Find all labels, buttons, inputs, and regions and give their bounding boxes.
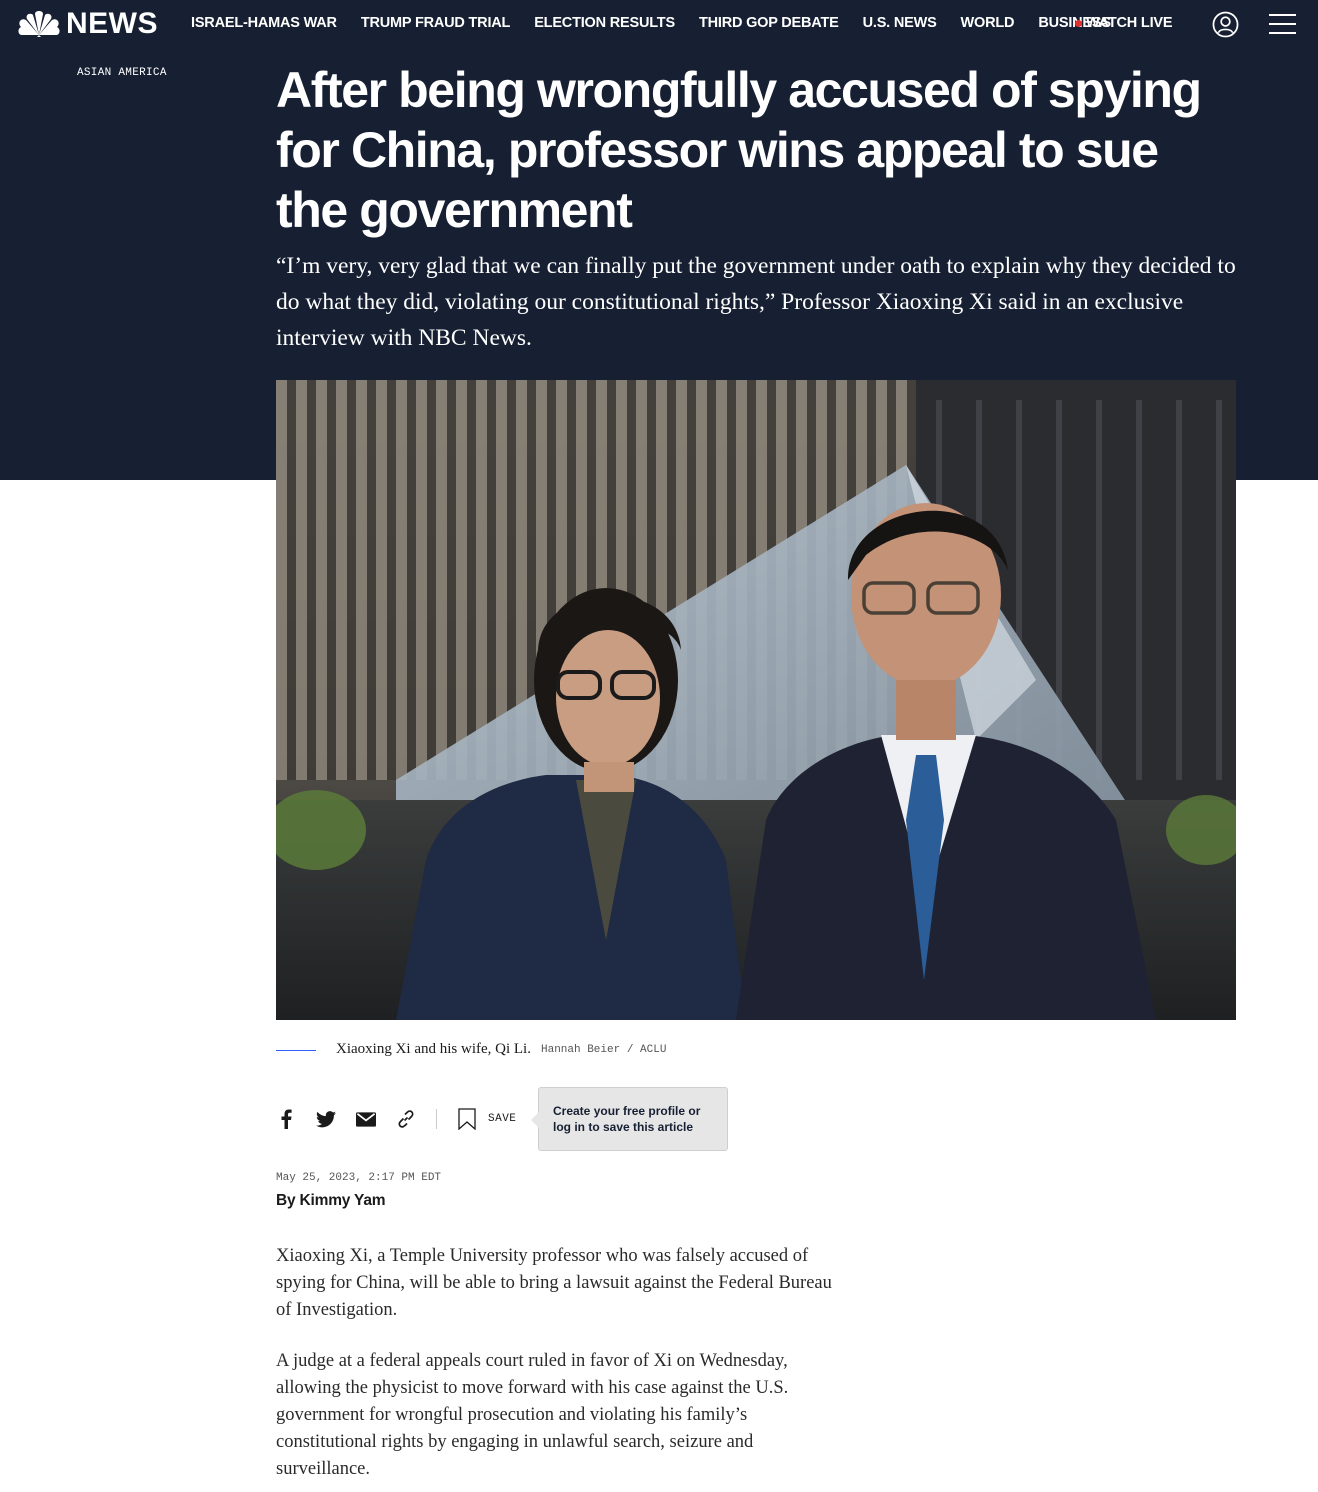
nav-item-third-gop-debate[interactable]: THIRD GOP DEBATE bbox=[699, 15, 839, 31]
article-paragraph: Xiaoxing Xi, a Temple University profess… bbox=[276, 1246, 832, 1320]
save-button[interactable]: SAVE bbox=[458, 1108, 516, 1130]
article-paragraph: A judge at a federal appeals court ruled… bbox=[276, 1351, 789, 1479]
share-bar: SAVE bbox=[276, 1106, 516, 1132]
nav-item-world[interactable]: WORLD bbox=[961, 15, 1015, 31]
author-link[interactable]: Kimmy Yam bbox=[300, 1192, 386, 1209]
bookmark-icon bbox=[458, 1108, 476, 1130]
nbc-news-logo[interactable]: NEWS bbox=[18, 9, 158, 39]
byline: By Kimmy Yam bbox=[276, 1192, 386, 1210]
primary-nav: ISRAEL-HAMAS WAR TRUMP FRAUD TRIAL ELECT… bbox=[191, 15, 1135, 31]
watch-live-label: WATCH LIVE bbox=[1086, 15, 1173, 31]
nav-item-israel-hamas-war[interactable]: ISRAEL-HAMAS WAR bbox=[191, 15, 337, 31]
live-indicator-dot bbox=[1075, 19, 1082, 27]
photo-credit: Hannah Beier / ACLU bbox=[541, 1044, 667, 1056]
user-profile-icon[interactable] bbox=[1212, 11, 1239, 38]
nav-item-trump-fraud-trial[interactable]: TRUMP FRAUD TRIAL bbox=[361, 15, 511, 31]
article-timestamp: May 25, 2023, 2:17 PM EDT bbox=[276, 1172, 442, 1184]
section-label[interactable]: ASIAN AMERICA bbox=[77, 67, 167, 79]
save-tooltip[interactable]: Create your free profile or log in to sa… bbox=[531, 1087, 728, 1151]
byline-prefix: By bbox=[276, 1192, 296, 1209]
caption-rule bbox=[276, 1050, 316, 1051]
photo-caption: Xiaoxing Xi and his wife, Qi Li. bbox=[336, 1041, 531, 1057]
facebook-icon[interactable] bbox=[276, 1109, 296, 1129]
brand-wordmark: NEWS bbox=[66, 7, 158, 40]
article-headline: After being wrongfully accused of spying… bbox=[276, 62, 1202, 238]
lead-photo bbox=[276, 380, 1236, 1020]
hamburger-menu-icon[interactable] bbox=[1269, 13, 1296, 35]
nav-item-election-results[interactable]: ELECTION RESULTS bbox=[534, 15, 675, 31]
twitter-icon[interactable] bbox=[316, 1109, 336, 1129]
share-divider bbox=[436, 1109, 437, 1129]
link-icon[interactable] bbox=[396, 1109, 416, 1129]
nbc-peacock-icon bbox=[18, 11, 60, 37]
save-label: SAVE bbox=[488, 1113, 517, 1125]
email-icon[interactable] bbox=[356, 1109, 376, 1129]
article-dek: “I’m very, very glad that we can finally… bbox=[276, 253, 1236, 351]
top-navigation: NEWS ISRAEL-HAMAS WAR TRUMP FRAUD TRIAL … bbox=[0, 0, 1318, 50]
watch-live-link[interactable]: WATCH LIVE bbox=[1075, 15, 1173, 31]
nav-item-us-news[interactable]: U.S. NEWS bbox=[863, 15, 937, 31]
